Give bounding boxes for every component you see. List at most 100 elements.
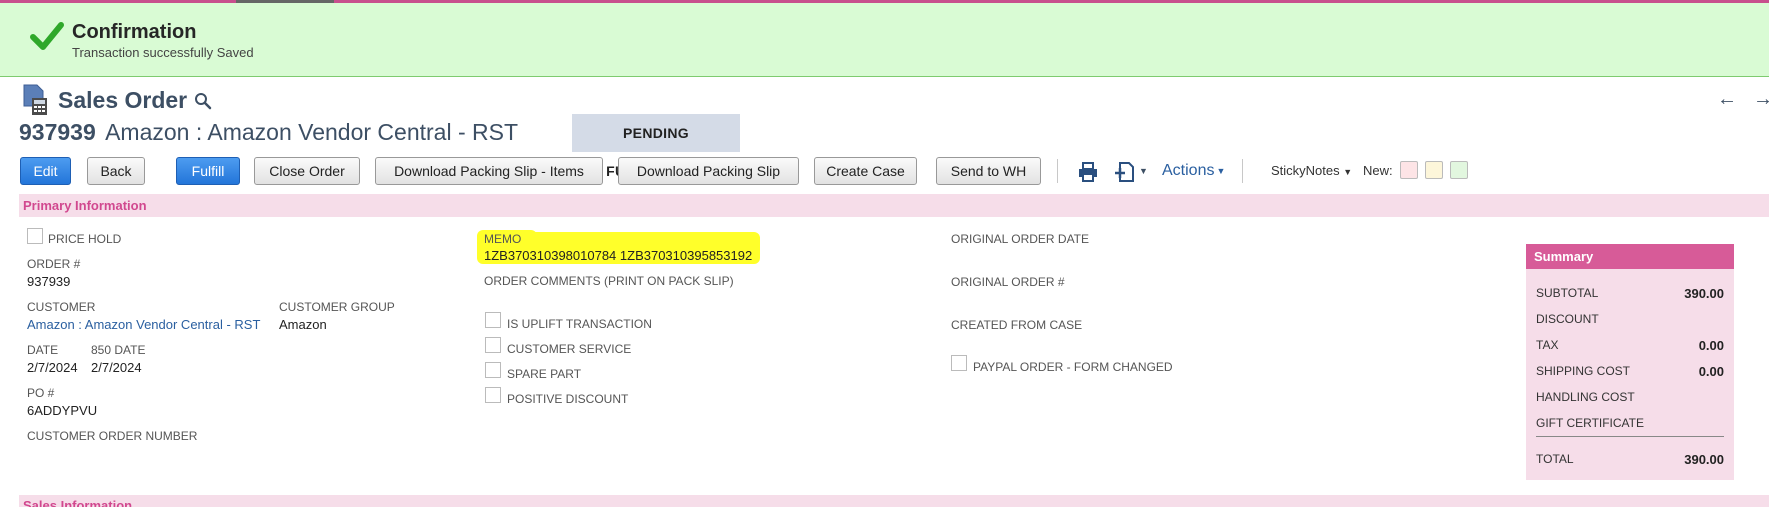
field-label: CREATED FROM CASE (951, 318, 1083, 332)
summary-shipping-row: SHIPPING COST 0.00 (1536, 364, 1724, 382)
new-document-icon[interactable] (1114, 161, 1136, 183)
previous-record-arrow-icon[interactable]: ← (1717, 88, 1737, 111)
price-hold-checkbox[interactable] (27, 228, 43, 244)
positive-discount-label: POSITIVE DISCOUNT (507, 392, 629, 406)
next-record-arrow-icon[interactable]: → (1753, 88, 1769, 111)
primary-information-header[interactable]: Primary Information (19, 194, 1769, 217)
new-note-label: New: (1363, 163, 1393, 178)
field-label: PO # (27, 386, 55, 400)
sticky-notes-menu[interactable]: StickyNotes ▼ (1271, 163, 1352, 178)
summary-label: HANDLING COST (1536, 390, 1635, 404)
850-date-field: 850 DATE 2/7/2024 (91, 343, 145, 375)
customer-group-field: CUSTOMER GROUP Amazon (279, 300, 395, 332)
summary-value: 390.00 (1684, 286, 1724, 301)
customer-service-label: CUSTOMER SERVICE (507, 342, 632, 356)
chevron-down-icon: ▼ (1343, 167, 1353, 177)
close-order-button[interactable]: Close Order (254, 157, 360, 185)
summary-label: DISCOUNT (1536, 312, 1599, 326)
chevron-down-icon[interactable]: ▼ (1139, 166, 1148, 176)
summary-value: 0.00 (1698, 338, 1724, 353)
summary-discount-row: DISCOUNT (1536, 312, 1724, 330)
field-value: 2/7/2024 (91, 360, 142, 375)
record-navigation: ← → (1709, 88, 1769, 111)
summary-label: GIFT CERTIFICATE (1536, 416, 1645, 430)
customer-service-checkbox[interactable] (485, 337, 501, 353)
field-value: 1ZB370310398010784 1ZB370310395853192 (484, 248, 753, 263)
summary-label: SUBTOTAL (1536, 286, 1599, 300)
edit-button[interactable]: Edit (20, 157, 71, 185)
download-packing-slip-items-button[interactable]: Download Packing Slip - Items (375, 157, 603, 185)
summary-gift-certificate-row: GIFT CERTIFICATE (1536, 416, 1724, 434)
summary-label: TOTAL (1536, 452, 1574, 466)
customer-field: CUSTOMER Amazon : Amazon Vendor Central … (27, 300, 260, 332)
field-value: 937939 (27, 274, 71, 289)
spare-part-checkbox[interactable] (485, 362, 501, 378)
paypal-order-checkbox[interactable] (951, 355, 967, 371)
print-icon[interactable] (1078, 162, 1098, 182)
create-case-button[interactable]: Create Case (814, 157, 917, 185)
field-value: Amazon (279, 317, 327, 332)
field-label: CUSTOMER ORDER NUMBER (27, 429, 198, 443)
field-label: ORIGINAL ORDER DATE (951, 232, 1090, 246)
field-label: MEMO (484, 232, 522, 246)
sticky-notes-label: StickyNotes (1271, 163, 1340, 178)
summary-value: 0.00 (1698, 364, 1724, 379)
chevron-down-icon: ▼ (1216, 165, 1226, 176)
status-badge: PENDING FULFILLMENT (572, 114, 740, 179)
checkmark-icon (30, 22, 64, 50)
new-note-green-swatch[interactable] (1450, 161, 1468, 179)
field-label: ORDER # (27, 257, 81, 271)
fulfill-button[interactable]: Fulfill (176, 157, 240, 185)
customer-order-number-field: CUSTOMER ORDER NUMBER (27, 429, 197, 443)
created-from-case-field: CREATED FROM CASE (951, 318, 1082, 332)
confirmation-title: Confirmation (72, 21, 197, 43)
original-order-date-field: ORIGINAL ORDER DATE (951, 232, 1089, 246)
summary-panel: Summary SUBTOTAL 390.00 DISCOUNT TAX 0.0… (1526, 244, 1734, 480)
summary-subtotal-row: SUBTOTAL 390.00 (1536, 286, 1724, 304)
field-label: ORIGINAL ORDER # (951, 275, 1065, 289)
summary-total-row: TOTAL 390.00 (1536, 452, 1724, 470)
sales-information-header[interactable]: Sales Information (19, 495, 1769, 507)
is-uplift-label: IS UPLIFT TRANSACTION (507, 317, 652, 331)
field-value: 6ADDYPVU (27, 403, 98, 418)
spare-part-label: SPARE PART (507, 367, 582, 381)
positive-discount-checkbox[interactable] (485, 387, 501, 403)
new-note-pink-swatch[interactable] (1400, 161, 1418, 179)
page-title: Sales Order (58, 87, 188, 113)
paypal-order-label: PAYPAL ORDER - FORM CHANGED (973, 360, 1173, 374)
search-icon[interactable] (194, 92, 212, 110)
toolbar-divider (1242, 159, 1243, 183)
summary-divider (1536, 436, 1724, 437)
field-label: CUSTOMER GROUP (279, 300, 395, 314)
date-field: DATE 2/7/2024 (27, 343, 78, 375)
section-title: Sales Information (23, 498, 133, 507)
record-name: Amazon : Amazon Vendor Central - RST (105, 119, 519, 145)
confirmation-message: Transaction successfully Saved (72, 45, 254, 60)
new-note-yellow-swatch[interactable] (1425, 161, 1443, 179)
section-title: Primary Information (23, 198, 147, 213)
back-button[interactable]: Back (87, 157, 145, 185)
summary-title: Summary (1526, 244, 1734, 269)
po-number-field: PO # 6ADDYPVU (27, 386, 97, 418)
is-uplift-checkbox[interactable] (485, 312, 501, 328)
sales-order-icon (23, 84, 47, 115)
summary-tax-row: TAX 0.00 (1536, 338, 1724, 356)
summary-value: 390.00 (1684, 452, 1724, 467)
summary-label: SHIPPING COST (1536, 364, 1631, 378)
field-label: 850 DATE (91, 343, 146, 357)
price-hold-label: PRICE HOLD (48, 232, 122, 246)
customer-link[interactable]: Amazon : Amazon Vendor Central - RST (27, 317, 260, 332)
actions-label: Actions (1162, 162, 1215, 179)
download-packing-slip-button[interactable]: Download Packing Slip (618, 157, 799, 185)
toolbar-divider (1057, 159, 1058, 183)
order-comments-field: ORDER COMMENTS (PRINT ON PACK SLIP) (484, 274, 734, 288)
summary-label: TAX (1536, 338, 1559, 352)
confirmation-banner: Confirmation Transaction successfully Sa… (0, 3, 1769, 77)
actions-menu[interactable]: Actions ▼ (1162, 162, 1225, 180)
original-order-number-field: ORIGINAL ORDER # (951, 275, 1065, 289)
field-label: DATE (27, 343, 59, 357)
summary-handling-row: HANDLING COST (1536, 390, 1724, 408)
send-to-wh-button[interactable]: Send to WH (936, 157, 1041, 185)
action-toolbar: Edit Back Fulfill Close Order Download P… (19, 157, 1759, 185)
memo-field: MEMO 1ZB370310398010784 1ZB3703103958531… (484, 232, 752, 263)
